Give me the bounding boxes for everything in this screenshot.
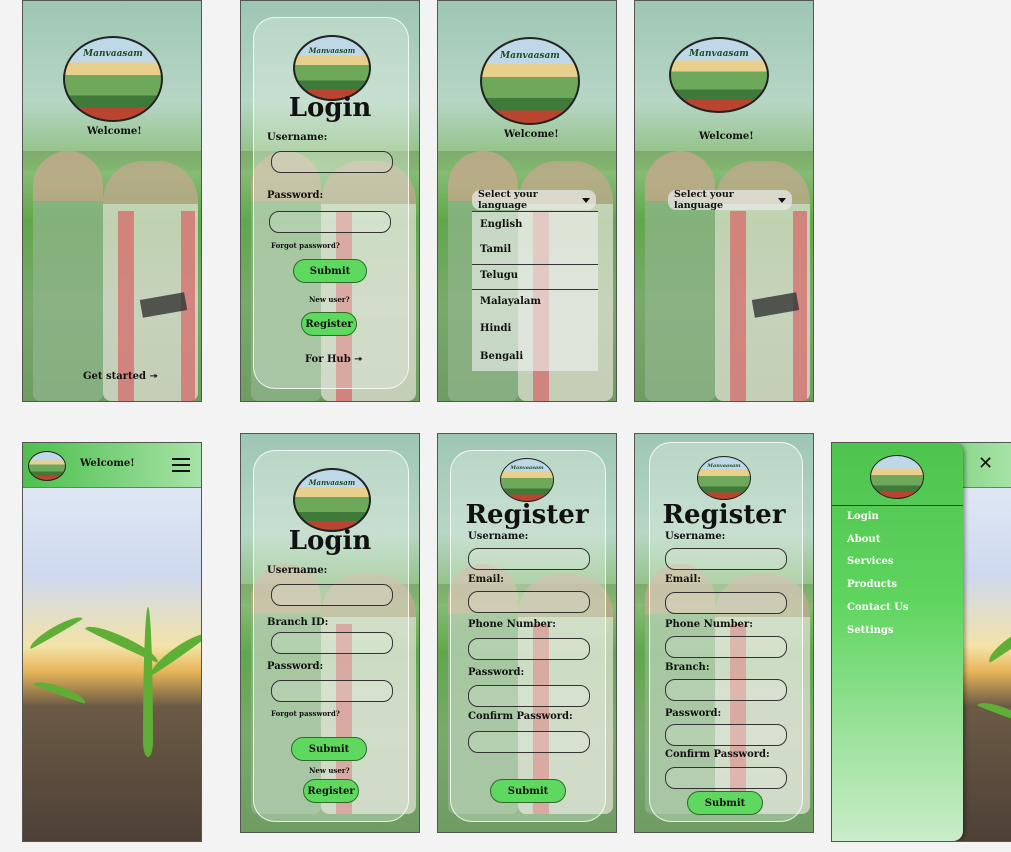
language-select[interactable]: Select your language bbox=[668, 189, 792, 211]
menu-item-about[interactable]: About bbox=[847, 534, 880, 545]
home-screen: Welcome! bbox=[22, 442, 202, 842]
new-user-text: New user? bbox=[309, 766, 350, 775]
password-label: Password: bbox=[468, 667, 525, 678]
submit-button[interactable]: Submit bbox=[293, 259, 367, 283]
welcome-text: Welcome! bbox=[80, 458, 135, 469]
chevron-down-icon bbox=[778, 197, 786, 203]
password-label: Password: bbox=[267, 661, 324, 672]
menu-item-contact-us[interactable]: Contact Us bbox=[847, 602, 909, 613]
chevron-down-icon bbox=[582, 197, 590, 203]
password-label: Password: bbox=[665, 708, 722, 719]
splash-screen: Manvaasam Welcome! Get started ↠ bbox=[22, 0, 202, 402]
for-hub-link[interactable]: For Hub ↠ bbox=[305, 354, 363, 365]
password-input[interactable] bbox=[269, 211, 391, 233]
menu-item-settings[interactable]: Settings bbox=[847, 625, 894, 636]
brand-logo: Manvaasam bbox=[697, 456, 751, 500]
close-icon[interactable]: ✕ bbox=[978, 453, 993, 474]
brand-logo: Manvaasam bbox=[293, 35, 371, 101]
branch-label: Branch: bbox=[665, 662, 710, 673]
brand-logo bbox=[870, 455, 924, 499]
language-screen: Manvaasam Welcome! Select your language bbox=[634, 0, 814, 402]
forgot-password-link[interactable]: Forgot password? bbox=[271, 241, 340, 250]
confirm-password-label: Confirm Password: bbox=[468, 711, 573, 722]
register-button[interactable]: Register bbox=[301, 312, 357, 336]
username-label: Username: bbox=[267, 565, 328, 576]
hub-register-screen: Manvaasam Register Username: Email: Phon… bbox=[634, 433, 814, 833]
welcome-text: Welcome! bbox=[87, 126, 142, 137]
language-option-bengali[interactable]: Bengali bbox=[480, 351, 523, 362]
page-title: Login bbox=[288, 93, 372, 123]
language-dropdown: English Tamil Telugu Malayalam Hindi Ben… bbox=[472, 211, 598, 371]
branch-input[interactable] bbox=[665, 679, 787, 701]
language-screen-open: Manvaasam Welcome! Select your language … bbox=[437, 0, 617, 402]
email-input[interactable] bbox=[468, 591, 590, 613]
crop-image bbox=[23, 487, 201, 841]
username-input[interactable] bbox=[468, 548, 590, 570]
branch-id-input[interactable] bbox=[271, 632, 393, 654]
brand-logo: Manvaasam bbox=[500, 458, 554, 502]
menu-item-products[interactable]: Products bbox=[847, 579, 897, 590]
email-label: Email: bbox=[665, 574, 701, 585]
brand-logo: Manvaasam bbox=[63, 36, 163, 122]
welcome-text: Welcome! bbox=[699, 131, 754, 142]
submit-button[interactable]: Submit bbox=[291, 737, 367, 761]
menu-item-services[interactable]: Services bbox=[847, 556, 894, 567]
brand-logo bbox=[28, 451, 66, 481]
brand-logo: Manvaasam bbox=[293, 468, 371, 532]
confirm-password-input[interactable] bbox=[468, 731, 590, 753]
page-title: Login bbox=[288, 526, 372, 556]
brand-logo: Manvaasam bbox=[480, 37, 580, 125]
new-user-text: New user? bbox=[309, 295, 350, 304]
confirm-password-label: Confirm Password: bbox=[665, 749, 770, 760]
side-menu: Login About Services Products Contact Us… bbox=[832, 443, 963, 841]
username-label: Username: bbox=[267, 132, 328, 143]
branch-id-label: Branch ID: bbox=[267, 617, 329, 628]
username-label: Username: bbox=[665, 531, 726, 542]
get-started-link[interactable]: Get started ↠ bbox=[83, 371, 158, 382]
language-option-hindi[interactable]: Hindi bbox=[480, 323, 511, 334]
language-option-telugu[interactable]: Telugu bbox=[480, 270, 518, 281]
username-input[interactable] bbox=[665, 548, 787, 570]
phone-input[interactable] bbox=[468, 638, 590, 660]
username-label: Username: bbox=[468, 531, 529, 542]
menu-icon[interactable] bbox=[171, 456, 191, 474]
phone-input[interactable] bbox=[665, 636, 787, 658]
password-input[interactable] bbox=[468, 685, 590, 707]
brand-logo: Manvaasam bbox=[669, 37, 769, 113]
password-input[interactable] bbox=[665, 724, 787, 746]
submit-button[interactable]: Submit bbox=[687, 791, 763, 815]
page-title: Register bbox=[662, 500, 786, 530]
submit-button[interactable]: Submit bbox=[490, 779, 566, 803]
username-input[interactable] bbox=[271, 584, 393, 606]
menu-item-login[interactable]: Login bbox=[847, 511, 879, 522]
register-screen: Manvaasam Register Username: Email: Phon… bbox=[437, 433, 617, 833]
welcome-text: Welcome! bbox=[504, 129, 559, 140]
app-header: Welcome! bbox=[23, 443, 201, 488]
language-option-tamil[interactable]: Tamil bbox=[480, 244, 511, 255]
phone-label: Phone Number: bbox=[665, 619, 753, 630]
forgot-password-link[interactable]: Forgot password? bbox=[271, 709, 340, 718]
phone-label: Phone Number: bbox=[468, 619, 556, 630]
register-button[interactable]: Register bbox=[303, 779, 359, 803]
language-select[interactable]: Select your language bbox=[472, 189, 596, 211]
login-screen: Manvaasam Login Username: Password: Forg… bbox=[240, 0, 420, 402]
hub-login-screen: Manvaasam Login Username: Branch ID: Pas… bbox=[240, 433, 420, 833]
email-input[interactable] bbox=[665, 592, 787, 614]
language-option-malayalam[interactable]: Malayalam bbox=[480, 296, 541, 307]
page-title: Register bbox=[465, 500, 589, 530]
password-input[interactable] bbox=[271, 680, 393, 702]
confirm-password-input[interactable] bbox=[665, 767, 787, 789]
username-input[interactable] bbox=[271, 151, 393, 173]
password-label: Password: bbox=[267, 190, 324, 201]
email-label: Email: bbox=[468, 574, 504, 585]
language-option-english[interactable]: English bbox=[480, 219, 522, 230]
menu-screen: ✕ Login About Services Products Contact … bbox=[831, 442, 1011, 842]
